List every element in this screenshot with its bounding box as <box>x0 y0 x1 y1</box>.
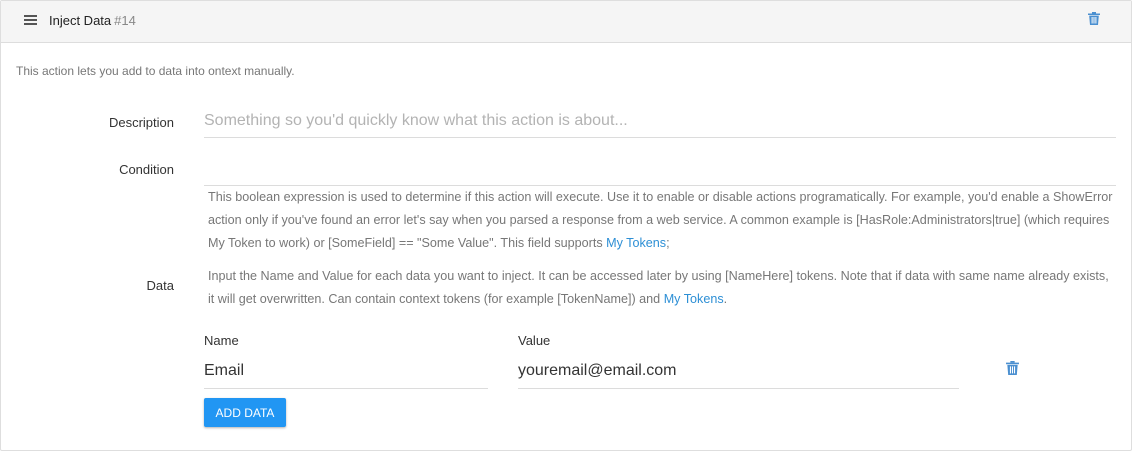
panel-title-text: Inject Data <box>49 13 112 28</box>
add-data-button[interactable]: ADD DATA <box>204 398 286 427</box>
delete-row-icon[interactable] <box>1006 361 1019 375</box>
data-value-input[interactable] <box>518 353 959 389</box>
intro-text: This action lets you add to data into on… <box>16 64 295 78</box>
trash-icon[interactable] <box>1088 12 1100 25</box>
condition-my-tokens-link[interactable]: My Tokens <box>606 236 666 250</box>
panel-header: Inject Data #14 <box>1 1 1131 43</box>
panel-title-number: #14 <box>114 13 136 28</box>
data-help-text: Input the Name and Value for each data y… <box>208 269 1109 306</box>
panel-title: Inject Data #14 <box>49 13 136 28</box>
condition-input[interactable] <box>204 153 1116 186</box>
data-help: Input the Name and Value for each data y… <box>208 265 1113 311</box>
data-help-suffix: . <box>723 292 728 306</box>
data-my-tokens-link[interactable]: My Tokens <box>664 292 724 306</box>
data-label: Data <box>146 278 174 293</box>
condition-help-suffix: ; <box>666 236 670 250</box>
condition-label: Condition <box>119 162 174 177</box>
description-input[interactable] <box>204 105 1116 138</box>
hamburger-icon[interactable] <box>24 15 37 27</box>
data-name-input[interactable] <box>204 353 488 389</box>
condition-help: This boolean expression is used to deter… <box>208 186 1113 255</box>
name-column-header: Name <box>204 333 239 348</box>
value-column-header: Value <box>518 333 551 348</box>
action-panel: Inject Data #14 This action lets you add … <box>0 0 1132 451</box>
description-label: Description <box>108 115 174 130</box>
